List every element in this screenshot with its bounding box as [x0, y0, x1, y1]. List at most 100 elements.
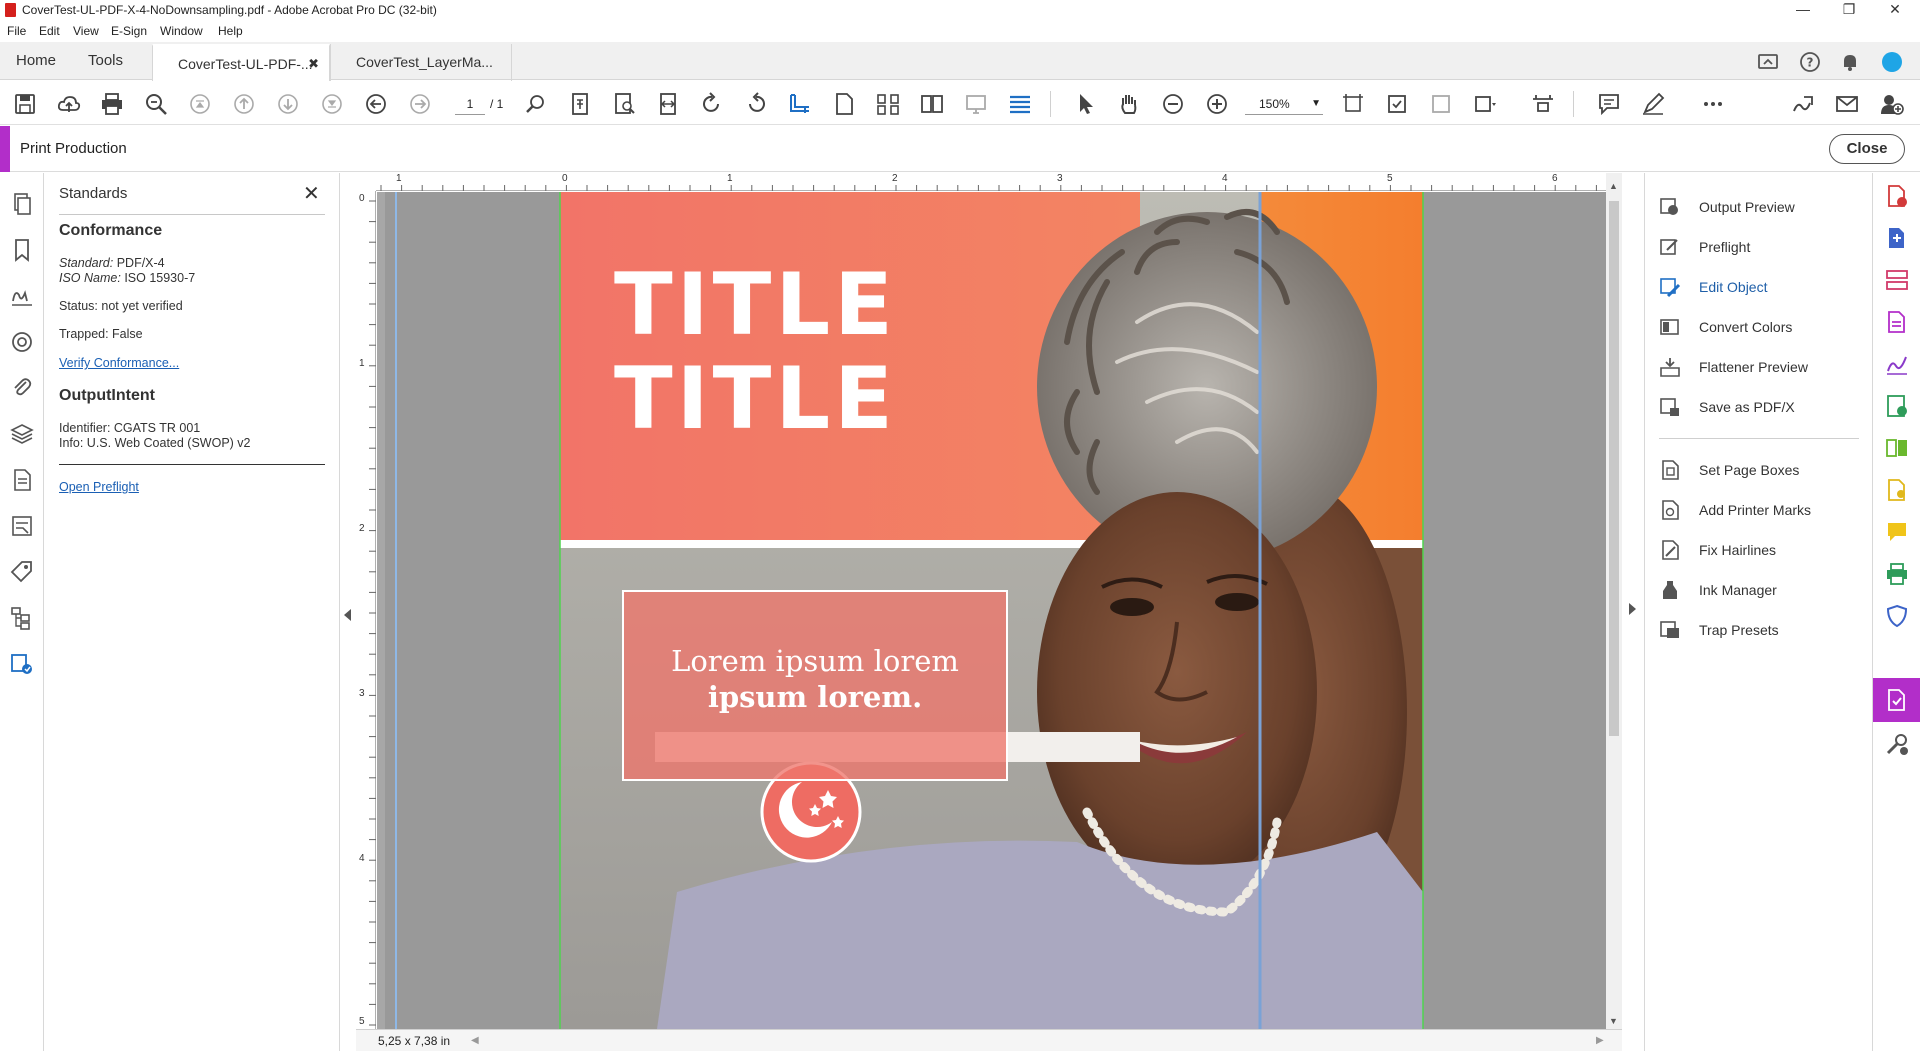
- tags-icon[interactable]: [9, 559, 35, 585]
- scrollbar-thumb[interactable]: [1609, 201, 1619, 736]
- scroll-right-icon[interactable]: ▶: [1596, 1030, 1604, 1052]
- organize-pages-tool-icon[interactable]: [1884, 267, 1910, 293]
- fill-sign-icon[interactable]: [1884, 351, 1910, 377]
- accessibility-icon[interactable]: [9, 329, 35, 355]
- close-window-icon[interactable]: ✕: [1872, 0, 1918, 20]
- menu-help[interactable]: Help: [218, 20, 243, 42]
- output-box-icon[interactable]: [1428, 91, 1454, 117]
- print-production-active-icon[interactable]: [1884, 687, 1910, 713]
- preflight-page-icon[interactable]: [1384, 91, 1410, 117]
- order-icon[interactable]: [9, 605, 35, 631]
- zoom-in-icon[interactable]: [1204, 91, 1230, 117]
- tool-convert-colors[interactable]: Convert Colors: [1659, 314, 1792, 340]
- scroll-up-icon[interactable]: ▲: [1609, 181, 1618, 191]
- organize-pages-icon[interactable]: [875, 91, 901, 117]
- attachments-icon[interactable]: [9, 375, 35, 401]
- comment-tool-icon[interactable]: [1884, 519, 1910, 545]
- edit-pdf-icon[interactable]: [1884, 309, 1910, 335]
- two-page-view-icon[interactable]: [919, 91, 945, 117]
- print-icon[interactable]: [99, 91, 125, 117]
- share-screen-icon[interactable]: [1756, 50, 1780, 74]
- tool-trap-presets[interactable]: Trap Presets: [1659, 617, 1779, 643]
- content-icon[interactable]: [9, 513, 35, 539]
- more-tools-icon[interactable]: [1700, 91, 1726, 117]
- print-production-tool-icon[interactable]: [1884, 561, 1910, 587]
- verify-conformance-link[interactable]: Verify Conformance...: [59, 356, 179, 370]
- trim-box-icon[interactable]: [1340, 91, 1366, 117]
- zoom-search-icon[interactable]: [143, 91, 169, 117]
- tool-flattener-preview[interactable]: Flattener Preview: [1659, 354, 1808, 380]
- crop-icon[interactable]: [787, 91, 813, 117]
- export-to-office-icon[interactable]: [1884, 393, 1910, 419]
- open-preflight-link[interactable]: Open Preflight: [59, 480, 139, 494]
- close-tool-button[interactable]: Close: [1829, 134, 1905, 164]
- tab-close-icon[interactable]: ✖: [308, 46, 319, 82]
- zoom-out-icon[interactable]: [1160, 91, 1186, 117]
- page-boxes-menu-icon[interactable]: [1472, 91, 1498, 117]
- email-icon[interactable]: [1834, 91, 1860, 117]
- bookmarks-icon[interactable]: [9, 237, 35, 263]
- print-marks-icon[interactable]: [1530, 91, 1556, 117]
- save-icon[interactable]: [12, 91, 38, 117]
- zoom-level-select[interactable]: 150% ▼: [1245, 93, 1323, 115]
- document-properties-icon[interactable]: [9, 467, 35, 493]
- presentation-icon[interactable]: [963, 91, 989, 117]
- scroll-mode-icon[interactable]: [1007, 91, 1033, 117]
- cloud-upload-icon[interactable]: [56, 91, 82, 117]
- menu-esign[interactable]: E-Sign: [111, 20, 147, 42]
- document-canvas[interactable]: TITLE TITLE Lorem ipsum lorem ipsum lore…: [377, 192, 1606, 1029]
- tab-document-2[interactable]: CoverTest_LayerMa...: [330, 44, 512, 81]
- tool-fix-hairlines[interactable]: Fix Hairlines: [1659, 537, 1776, 563]
- read-page-icon[interactable]: [611, 91, 637, 117]
- single-page-icon[interactable]: [831, 91, 857, 117]
- page-layout-icon[interactable]: [567, 91, 593, 117]
- menu-view[interactable]: View: [73, 20, 99, 42]
- collapse-right-panel-handle[interactable]: [1622, 173, 1644, 1051]
- previous-page-icon[interactable]: [231, 91, 257, 117]
- close-panel-icon[interactable]: ✕: [303, 181, 320, 206]
- combine-files-icon[interactable]: [1884, 435, 1910, 461]
- first-page-icon[interactable]: [187, 91, 213, 117]
- tool-preflight[interactable]: Preflight: [1659, 234, 1750, 260]
- notifications-icon[interactable]: [1838, 50, 1862, 74]
- menu-edit[interactable]: Edit: [39, 20, 60, 42]
- customize-tools-icon[interactable]: [1884, 731, 1910, 757]
- user-avatar-icon[interactable]: [1880, 50, 1904, 74]
- tool-output-preview[interactable]: Output Preview: [1659, 194, 1795, 220]
- help-icon[interactable]: ?: [1798, 50, 1822, 74]
- create-pdf-icon[interactable]: [1884, 225, 1910, 251]
- minimize-icon[interactable]: —: [1780, 0, 1826, 20]
- tool-edit-object[interactable]: Edit Object: [1659, 274, 1767, 300]
- menu-window[interactable]: Window: [160, 20, 203, 42]
- collapse-left-panel-handle[interactable]: [340, 173, 356, 1051]
- scroll-left-icon[interactable]: ◀: [471, 1030, 479, 1052]
- vertical-scrollbar[interactable]: ▲ ▼: [1606, 173, 1622, 1029]
- tool-add-printer-marks[interactable]: Add Printer Marks: [1659, 497, 1811, 523]
- hand-tool-icon[interactable]: [1116, 91, 1142, 117]
- tool-set-page-boxes[interactable]: Set Page Boxes: [1659, 457, 1799, 483]
- signatures-icon[interactable]: [9, 283, 35, 309]
- export-pdf-icon[interactable]: [1884, 183, 1910, 209]
- select-tool-icon[interactable]: [1072, 91, 1098, 117]
- scan-ocr-icon[interactable]: [1884, 477, 1910, 503]
- next-page-icon[interactable]: [275, 91, 301, 117]
- layers-icon[interactable]: [9, 421, 35, 447]
- tool-save-as-pdfx[interactable]: Save as PDF/X: [1659, 394, 1795, 420]
- scroll-down-icon[interactable]: ▼: [1609, 1016, 1618, 1026]
- protect-icon[interactable]: [1884, 603, 1910, 629]
- last-page-icon[interactable]: [319, 91, 345, 117]
- tab-tools[interactable]: Tools: [88, 42, 123, 80]
- tab-document-1[interactable]: CoverTest-UL-PDF-... ✖: [152, 44, 330, 81]
- comment-icon[interactable]: [1596, 91, 1622, 117]
- tab-home[interactable]: Home: [16, 42, 56, 80]
- fit-width-icon[interactable]: [655, 91, 681, 117]
- next-view-icon[interactable]: [407, 91, 433, 117]
- add-user-share-icon[interactable]: [1878, 91, 1904, 117]
- tool-ink-manager[interactable]: Ink Manager: [1659, 577, 1777, 603]
- rotate-counterclockwise-icon[interactable]: [743, 91, 769, 117]
- previous-view-icon[interactable]: [363, 91, 389, 117]
- sign-link-icon[interactable]: [1790, 91, 1816, 117]
- pen-highlight-icon[interactable]: [1640, 91, 1666, 117]
- find-text-icon[interactable]: [523, 91, 549, 117]
- rotate-clockwise-icon[interactable]: [699, 91, 725, 117]
